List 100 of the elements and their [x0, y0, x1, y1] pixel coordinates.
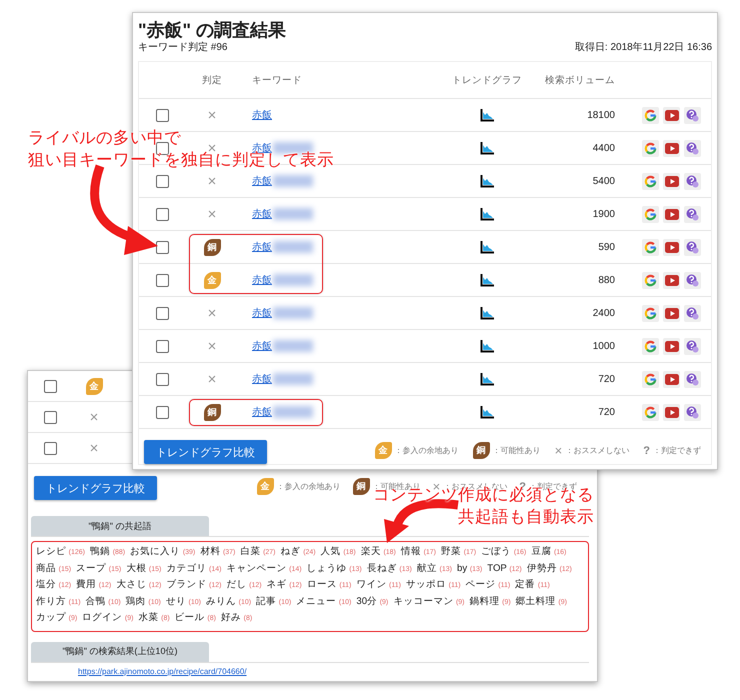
google-search-button[interactable] [642, 404, 659, 420]
video-search-button[interactable] [663, 106, 680, 124]
grade-badge: 銅 [204, 404, 220, 420]
search-volume: 1000 [592, 340, 615, 352]
google-search-button[interactable] [642, 370, 659, 388]
legend-label: ：おススメしない [565, 445, 630, 456]
qa-search-button[interactable] [684, 338, 701, 354]
keyword-link[interactable]: 赤飯 [252, 405, 272, 419]
video-search-button[interactable] [663, 404, 680, 420]
grade-badge: 金 [256, 478, 274, 495]
qa-search-button[interactable] [684, 304, 701, 322]
row-checkbox[interactable] [44, 442, 56, 454]
row-checkbox[interactable] [156, 306, 168, 320]
cross-mark: × [208, 106, 216, 124]
trend-compare-button[interactable]: トレンドグラフ比較 [144, 440, 267, 464]
column-header: 判定 [202, 74, 222, 86]
legend-label: ：可能性あり [492, 445, 541, 456]
google-search-button[interactable] [642, 140, 659, 156]
cross-mark: × [90, 408, 98, 426]
section-tab[interactable]: "鴨鍋" の共起語 [31, 516, 209, 536]
keyword-link[interactable]: 赤飯 [252, 339, 272, 353]
qa-search-button[interactable] [684, 272, 701, 288]
annotation-text: ライバルの多い中で [28, 130, 182, 147]
google-search-button[interactable] [642, 106, 659, 124]
section-tab[interactable]: "鴨鍋" の検索結果(上位10位) [31, 642, 209, 662]
keyword-link[interactable]: 赤飯 [252, 108, 272, 122]
qa-search-button[interactable] [684, 106, 701, 124]
qa-search-button[interactable] [684, 172, 701, 190]
search-volume: 2400 [592, 308, 615, 318]
area-chart-icon[interactable] [480, 108, 494, 122]
trend-compare-button[interactable]: トレンドグラフ比較 [34, 476, 157, 500]
qa-search-button[interactable] [684, 140, 701, 156]
video-search-button[interactable] [663, 206, 680, 222]
grade-badge: 銅 [352, 478, 370, 495]
qa-search-button[interactable] [684, 238, 701, 256]
area-chart-icon[interactable] [480, 405, 494, 419]
qa-search-button[interactable] [684, 206, 701, 222]
row-checkbox[interactable] [156, 406, 168, 418]
video-search-button[interactable] [663, 172, 680, 190]
video-search-button[interactable] [663, 238, 680, 256]
search-volume: 720 [598, 374, 615, 384]
video-search-button[interactable] [663, 272, 680, 288]
row-checkbox[interactable] [156, 372, 168, 386]
google-search-button[interactable] [642, 172, 659, 190]
keyword-link[interactable]: 赤飯 [252, 273, 272, 287]
grade-badge: 金 [204, 272, 220, 288]
video-search-button[interactable] [663, 140, 680, 156]
cross-mark: × [90, 440, 98, 456]
area-chart-icon[interactable] [480, 306, 494, 320]
column-header: トレンドグラフ [452, 74, 522, 86]
row-checkbox[interactable] [44, 410, 56, 424]
area-chart-icon[interactable] [480, 372, 494, 386]
subtitle: キーワード判定 #96 [138, 41, 228, 55]
qa-search-button[interactable] [684, 404, 701, 420]
video-search-button[interactable] [663, 338, 680, 354]
video-search-button[interactable] [663, 370, 680, 388]
qa-search-button[interactable] [684, 370, 701, 388]
area-chart-icon[interactable] [480, 207, 494, 221]
column-header: キーワード [252, 74, 302, 86]
grade-badge: 金 [86, 378, 102, 394]
result-link[interactable]: https://park.ajinomoto.co.jp/recipe/card/704660/ [78, 666, 247, 676]
google-search-button[interactable] [642, 272, 659, 288]
area-chart-icon[interactable] [480, 273, 494, 287]
fetch-date: 取得日: 2018年11月22日 16:36 [574, 41, 712, 55]
keyword-link[interactable]: 赤飯 [252, 240, 272, 254]
area-chart-icon[interactable] [480, 174, 494, 188]
cross-mark: × [208, 206, 216, 222]
search-volume: 18100 [587, 110, 615, 120]
video-search-button[interactable] [663, 304, 680, 322]
google-search-button[interactable] [642, 238, 659, 256]
question-mark: ? [643, 444, 650, 456]
grade-badge: 金 [374, 442, 392, 459]
row-checkbox[interactable] [156, 174, 168, 188]
annotation-text: 共起語も自動表示 [458, 509, 594, 526]
area-chart-icon[interactable] [480, 141, 494, 155]
cross-mark: × [554, 443, 562, 458]
keyword-link[interactable]: 赤飯 [252, 174, 272, 188]
grade-badge: 銅 [472, 442, 490, 459]
google-search-button[interactable] [642, 338, 659, 354]
grade-badge: 銅 [204, 238, 220, 256]
row-checkbox[interactable] [156, 108, 168, 122]
keyword-link[interactable]: 赤飯 [252, 306, 272, 320]
google-search-button[interactable] [642, 206, 659, 222]
search-volume: 590 [598, 242, 615, 252]
google-search-button[interactable] [642, 304, 659, 322]
search-volume: 4400 [592, 142, 615, 154]
row-checkbox[interactable] [156, 240, 168, 254]
area-chart-icon[interactable] [480, 240, 494, 254]
legend-label: ：判定できず [653, 445, 701, 456]
keyword-link[interactable]: 赤飯 [252, 207, 272, 221]
row-checkbox[interactable] [156, 208, 168, 220]
row-checkbox[interactable] [156, 274, 168, 286]
row-checkbox[interactable] [44, 380, 56, 392]
keyword-link[interactable]: 赤飯 [252, 372, 272, 386]
cross-mark: × [208, 172, 216, 190]
area-chart-icon[interactable] [480, 339, 494, 353]
annotation-text: 狙い目キーワードを独自に判定して表示 [28, 152, 334, 169]
search-volume: 5400 [592, 176, 615, 186]
row-checkbox[interactable] [156, 340, 168, 352]
legend-label: ：参入の余地あり [276, 481, 341, 492]
